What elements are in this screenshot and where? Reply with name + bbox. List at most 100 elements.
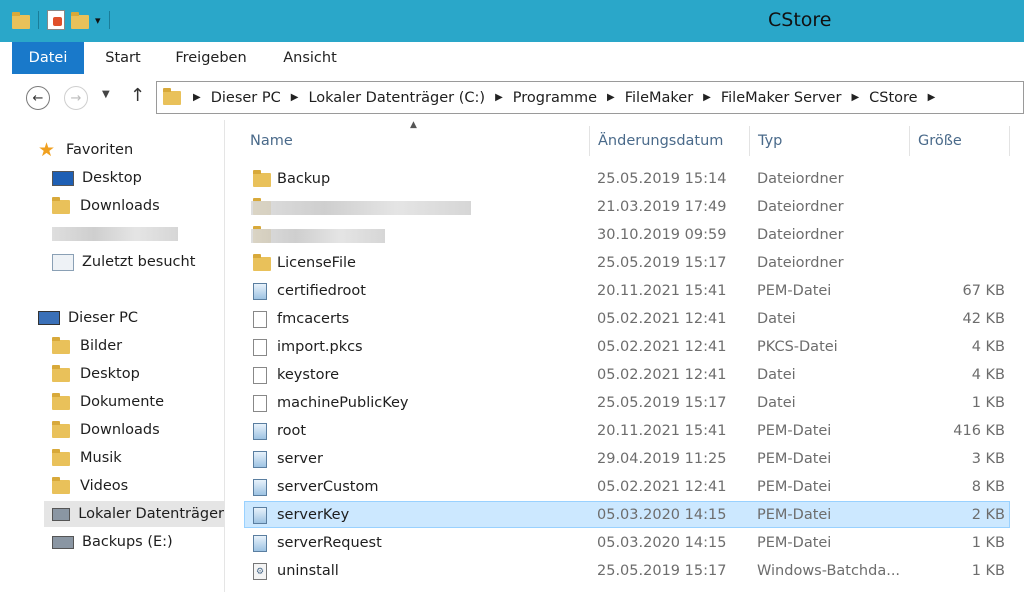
file-row[interactable]: serverKey 05.03.2020 14:15 PEM-Datei 2 KB (244, 501, 1010, 528)
pictures-folder-icon (52, 337, 72, 355)
file-name: serverRequest (277, 535, 382, 551)
certificate-file-icon (253, 535, 267, 552)
nav-favorites-label: Favoriten (66, 142, 134, 158)
file-name: keystore (277, 367, 340, 383)
desktop-folder-icon (52, 365, 72, 383)
file-type: Dateiordner (757, 199, 844, 215)
file-size: 8 KB (971, 479, 1005, 495)
downloads-folder-icon (52, 197, 72, 215)
file-size: 1 KB (971, 563, 1005, 579)
chevron-right-icon[interactable]: ▶ (851, 92, 859, 103)
file-name: serverCustom (277, 479, 379, 495)
chevron-right-icon[interactable]: ▶ (607, 92, 615, 103)
file-row[interactable]: 30.10.2019 09:59 Dateiordner (244, 221, 1010, 248)
nav-pc-dokumente[interactable]: Dokumente (52, 389, 164, 415)
column-header-type[interactable]: Typ (750, 126, 910, 156)
nav-pc-backups[interactable]: Backups (E:) (52, 529, 173, 555)
file-type: PEM-Datei (757, 423, 832, 439)
file-row[interactable]: root 20.11.2021 15:41 PEM-Datei 416 KB (244, 417, 1010, 444)
file-row[interactable]: ⚙ uninstall 25.05.2019 15:17 Windows-Batchd… (244, 557, 1010, 584)
nav-pc-musik[interactable]: Musik (52, 445, 122, 471)
nav-this-pc[interactable]: Dieser PC (38, 305, 138, 331)
nav-item-label: Lokaler Datenträger (78, 506, 224, 522)
column-header-name[interactable]: Name (242, 126, 590, 156)
redacted-name (251, 229, 385, 243)
file-row[interactable]: LicenseFile 25.05.2019 15:17 Dateiordner (244, 249, 1010, 276)
nav-fav-downloads[interactable]: Downloads (52, 193, 160, 219)
nav-fav-recent[interactable]: Zuletzt besucht (52, 249, 195, 275)
file-row[interactable]: certifiedroot 20.11.2021 15:41 PEM-Datei 67… (244, 277, 1010, 304)
chevron-down-icon: ▼ (102, 89, 110, 100)
recent-locations-button[interactable]: ▼ (102, 89, 110, 100)
file-type: PEM-Datei (757, 479, 832, 495)
file-row[interactable]: serverRequest 05.03.2020 14:15 PEM-Datei 1 … (244, 529, 1010, 556)
file-name: Backup (277, 171, 331, 187)
arrow-up-icon: ↑ (130, 85, 146, 106)
redacted-name (251, 201, 471, 215)
file-type: Dateiordner (757, 171, 844, 187)
file-row[interactable]: 21.03.2019 17:49 Dateiordner (244, 193, 1010, 220)
chevron-right-icon[interactable]: ▶ (291, 92, 299, 103)
folder-icon (253, 170, 271, 188)
column-header-date[interactable]: Änderungsdatum (590, 126, 750, 156)
back-button[interactable]: ← (26, 86, 50, 110)
nav-favorites[interactable]: ★ Favoriten (38, 137, 133, 163)
nav-pc-videos[interactable]: Videos (52, 473, 128, 499)
nav-item-label: Videos (80, 478, 129, 494)
arrow-right-icon: → (70, 90, 82, 106)
file-row[interactable]: import.pkcs 05.02.2021 12:41 PKCS-Datei 4 K… (244, 333, 1010, 360)
breadcrumb-cstore[interactable]: CStore (869, 90, 917, 106)
nav-pc-local-disk[interactable]: Lokaler Datenträger (44, 501, 224, 527)
title-bar: ▾ CStore (0, 0, 1024, 42)
file-row[interactable]: Backup 25.05.2019 15:14 Dateiordner (244, 165, 1010, 192)
breadcrumb-dieser-pc[interactable]: Dieser PC (211, 90, 281, 106)
breadcrumb-filemaker[interactable]: FileMaker (625, 90, 693, 106)
file-type: Datei (757, 367, 796, 383)
breadcrumb-filemaker-server[interactable]: FileMaker Server (721, 90, 842, 106)
navigation-pane: ★ Favoriten Desktop Downloads Zuletzt be… (0, 120, 225, 592)
address-bar[interactable]: ▶ Dieser PC ▶ Lokaler Datenträger (C:) ▶… (156, 81, 1024, 114)
forward-button[interactable]: → (64, 86, 88, 110)
file-row[interactable]: serverCustom 05.02.2021 12:41 PEM-Datei 8 K… (244, 473, 1010, 500)
chevron-right-icon[interactable]: ▶ (495, 92, 503, 103)
column-header-size[interactable]: Größe (910, 126, 1010, 156)
file-date: 05.02.2021 12:41 (597, 311, 727, 327)
file-row[interactable]: keystore 05.02.2021 12:41 Datei 4 KB (244, 361, 1010, 388)
file-row[interactable]: fmcacerts 05.02.2021 12:41 Datei 42 KB (244, 305, 1010, 332)
tab-ansicht[interactable]: Ansicht (272, 42, 348, 74)
nav-fav-redacted[interactable] (52, 221, 178, 247)
nav-pc-downloads[interactable]: Downloads (52, 417, 160, 443)
chevron-right-icon[interactable]: ▶ (193, 92, 201, 103)
file-list: ▲ Name Änderungsdatum Typ Größe Backup 25… (226, 120, 1024, 592)
nav-pc-desktop[interactable]: Desktop (52, 361, 140, 387)
tab-freigeben[interactable]: Freigeben (164, 42, 258, 74)
chevron-right-icon[interactable]: ▶ (928, 92, 936, 103)
file-date: 05.02.2021 12:41 (597, 367, 727, 383)
file-name: LicenseFile (277, 255, 356, 271)
nav-item-label: Desktop (80, 366, 140, 382)
customize-toolbar-icon[interactable]: ▾ (95, 14, 101, 27)
breadcrumb-lokaler-datentraeger[interactable]: Lokaler Datenträger (C:) (308, 90, 485, 106)
new-folder-icon[interactable] (71, 12, 89, 29)
file-size: 1 KB (971, 395, 1005, 411)
file-name: server (277, 451, 323, 467)
file-row[interactable]: server 29.04.2019 11:25 PEM-Datei 3 KB (244, 445, 1010, 472)
chevron-right-icon[interactable]: ▶ (703, 92, 711, 103)
nav-pc-bilder[interactable]: Bilder (52, 333, 122, 359)
tab-datei[interactable]: Datei (12, 42, 84, 74)
properties-icon[interactable] (47, 10, 65, 30)
file-row[interactable]: machinePublicKey 25.05.2019 15:17 Datei 1 K… (244, 389, 1010, 416)
file-type: PKCS-Datei (757, 339, 838, 355)
nav-fav-desktop[interactable]: Desktop (52, 165, 142, 191)
file-size: 2 KB (971, 507, 1005, 523)
breadcrumb-programme[interactable]: Programme (513, 90, 597, 106)
up-button[interactable]: ↑ (130, 85, 145, 106)
certificate-file-icon (253, 479, 267, 496)
file-date: 05.03.2020 14:15 (597, 535, 727, 551)
file-date: 05.03.2020 14:15 (597, 507, 727, 523)
tab-start[interactable]: Start (94, 42, 152, 74)
file-name: serverKey (277, 507, 350, 523)
file-date: 05.02.2021 12:41 (597, 479, 727, 495)
file-name: import.pkcs (277, 339, 363, 355)
file-icon (253, 339, 267, 356)
